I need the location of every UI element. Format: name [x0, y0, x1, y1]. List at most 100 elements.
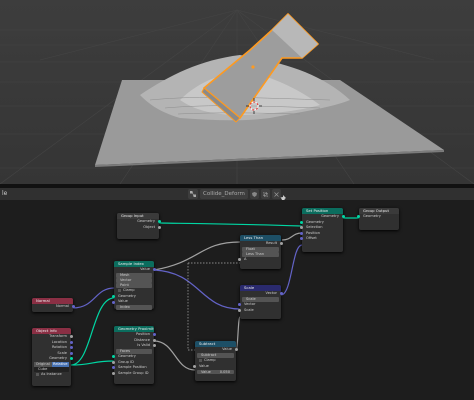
node-less-than[interactable]: Less Than Result Float Less Than A [238, 235, 283, 269]
label: Offset [306, 236, 317, 240]
socket-dot[interactable] [69, 335, 73, 339]
3d-viewport[interactable] [0, 0, 474, 184]
socket-scale[interactable]: Scale [238, 307, 281, 314]
socket-dot[interactable] [193, 364, 197, 368]
socket-offset[interactable]: Offset [300, 236, 343, 242]
node-subtract[interactable]: Subtract Value Subtract Clamp Value Valu… [193, 341, 238, 381]
socket-vector-out[interactable]: Vector [240, 291, 283, 297]
socket-dot[interactable] [69, 340, 73, 344]
label: Distance [134, 337, 150, 342]
pin-icon[interactable] [278, 189, 288, 203]
label: Group ID [118, 359, 134, 364]
socket-dot[interactable] [341, 215, 345, 219]
socket-dot[interactable] [112, 371, 116, 375]
link-proximity-distance-to-subtract [153, 340, 196, 371]
socket-dot[interactable] [152, 333, 156, 337]
object-origin [251, 65, 255, 69]
index-field[interactable]: Index [116, 305, 152, 310]
node-group-name-field[interactable]: Collide_Deform [200, 189, 248, 199]
socket-dot[interactable] [152, 338, 156, 342]
socket-dot[interactable] [300, 220, 304, 224]
label: Value [118, 299, 128, 304]
target-element-dropdown[interactable]: Faces [116, 349, 152, 354]
data-type-dropdown[interactable]: Vector [116, 278, 152, 283]
socket-dot[interactable] [157, 225, 161, 229]
checkbox-box[interactable] [199, 358, 202, 362]
socket-dot[interactable] [112, 295, 116, 299]
socket-dot[interactable] [238, 308, 242, 312]
socket-dot[interactable] [69, 357, 73, 361]
socket-dot[interactable] [152, 268, 156, 272]
label: Location [51, 339, 67, 344]
node-group-output[interactable]: Group Output Geometry [357, 208, 399, 230]
socket-object[interactable]: Object [117, 224, 161, 231]
socket-dot[interactable] [279, 242, 283, 246]
socket-value-out[interactable]: Value [195, 347, 238, 353]
fake-user-shield-icon[interactable] [249, 189, 259, 199]
node-set-position[interactable]: Set Position Geometry Geometry Selection… [300, 208, 345, 252]
value-b-number: 0.050 [219, 369, 230, 374]
socket-dot[interactable] [238, 303, 242, 307]
socket-dot[interactable] [112, 360, 116, 364]
socket-dot[interactable] [300, 237, 304, 241]
socket-dot[interactable] [152, 344, 156, 348]
socket-dot[interactable] [300, 231, 304, 235]
socket-dot[interactable] [157, 220, 161, 224]
socket-dot[interactable] [71, 305, 75, 309]
socket-dot[interactable] [300, 226, 304, 230]
socket-dot[interactable] [357, 215, 361, 219]
link-sample-index-value-to-scale [153, 269, 241, 310]
node-object-info[interactable]: Object Info Transform Location Rotation … [32, 328, 73, 386]
as-instance-checkbox[interactable]: As Instance [32, 372, 71, 378]
operation-dropdown[interactable]: Scale [242, 297, 279, 302]
socket-value[interactable]: Value [112, 299, 154, 305]
duplicate-copy-icon[interactable] [260, 189, 270, 199]
label: Value [140, 267, 150, 271]
node-geometry-proximity[interactable]: Geometry Proximity Position Distance Is … [112, 326, 156, 384]
link-less-than-to-selection [281, 232, 303, 241]
socket-geometry[interactable]: Geometry [357, 214, 399, 220]
node-editor-canvas[interactable]: Group Input Geometry Object Set Position… [0, 200, 474, 400]
node-scale[interactable]: Scale Vector Scale Vector Scale [238, 285, 283, 319]
socket-a[interactable]: A [238, 257, 281, 263]
label: Geometry [363, 214, 381, 218]
socket-dot[interactable] [69, 346, 73, 350]
label: Object [143, 224, 155, 229]
operation-dropdown[interactable]: Less Than [242, 252, 279, 257]
node-group-selector[interactable]: Collide_Deform [188, 189, 281, 199]
editor-type-label: le [2, 190, 8, 197]
socket-result[interactable]: Result [240, 241, 283, 247]
value-b-field[interactable]: Value 0.050 [197, 369, 234, 375]
mode-relative[interactable]: Relative [51, 362, 69, 367]
mode-original[interactable]: Original [34, 362, 52, 367]
socket-normal[interactable]: Normal [32, 304, 75, 310]
socket-value-a[interactable]: Value [193, 364, 236, 370]
transform-space-toggle[interactable]: Original Relative [34, 362, 69, 367]
socket-dot[interactable] [234, 348, 238, 352]
socket-is-valid[interactable]: Is Valid [114, 343, 156, 349]
socket-dot[interactable] [69, 351, 73, 355]
socket-value-out[interactable]: Value [114, 267, 156, 273]
socket-geometry[interactable]: Geometry [32, 356, 73, 362]
socket-dot[interactable] [279, 292, 283, 296]
domain-dropdown[interactable]: Point [116, 283, 152, 288]
label: Transform [49, 334, 67, 338]
operation-dropdown[interactable]: Subtract [197, 353, 234, 358]
checkbox-box[interactable] [36, 372, 39, 376]
type-dropdown[interactable]: Mesh [116, 273, 152, 278]
type-dropdown[interactable]: Float [242, 247, 279, 252]
label: Geometry [137, 219, 155, 223]
node-sample-index[interactable]: Sample Index Value Mesh Vector Point Cla… [112, 261, 156, 310]
label: As Instance [41, 372, 62, 377]
node-tree-icon[interactable] [188, 189, 198, 199]
object-field[interactable]: Cube [34, 367, 69, 372]
node-group-input[interactable]: Group Input Geometry Object [117, 213, 161, 239]
socket-sample-group-id[interactable]: Sample Group ID [112, 371, 154, 377]
socket-dot[interactable] [112, 300, 116, 304]
link-normal-to-sample-index [72, 287, 115, 309]
socket-dot[interactable] [112, 366, 116, 370]
checkbox-box[interactable] [118, 288, 121, 292]
label: Scale [244, 307, 254, 312]
node-normal[interactable]: Normal Normal [32, 298, 75, 312]
socket-dot[interactable] [112, 355, 116, 359]
